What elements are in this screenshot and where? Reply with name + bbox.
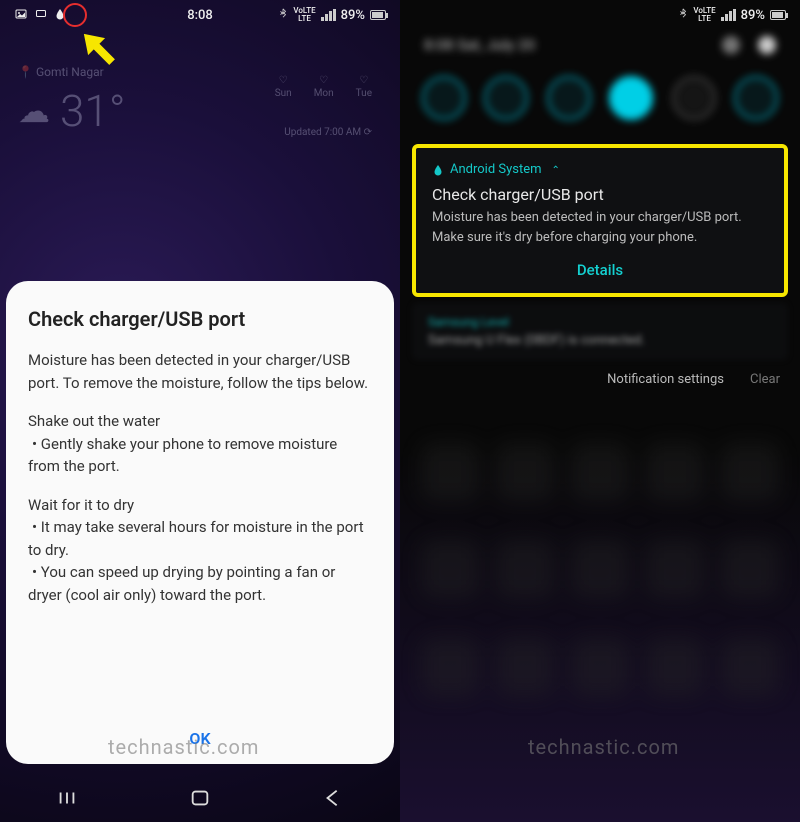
weather-temp: 31° [60,85,125,137]
qs-toggle[interactable] [734,76,778,120]
back-button[interactable] [320,785,346,811]
qs-toggle[interactable] [484,76,528,120]
settings-icon[interactable] [758,36,776,54]
highlight-circle [63,3,87,27]
battery-percent: 89% [741,8,765,23]
shade-footer: Notification settings Clear [412,366,788,393]
qs-toggle[interactable] [547,76,591,120]
notification-details-button[interactable]: Details [432,257,768,283]
notification-source: Android System [432,162,768,177]
message-icon [34,8,48,23]
dialog-ok-button[interactable]: OK [28,719,372,752]
qs-toggle[interactable] [672,76,716,120]
weather-widget: 📍 Gomti Nagar ☁ 31° ♡Sun ♡Mon ♡Tue Updat… [18,65,382,137]
status-clock: 8:08 [187,8,213,23]
notification-body: Moisture has been detected in your charg… [432,208,768,247]
qs-toggle-active[interactable] [609,76,653,120]
notification-shade[interactable]: 8:08 Sat, July 20 Android System Check c… [400,0,800,393]
moisture-dialog: Check charger/USB port Moisture has been… [6,281,394,764]
battery-percent: 89% [341,8,365,23]
collapse-chevron-icon[interactable] [548,162,560,177]
weather-updated: Updated 7:00 AM ⟳ [284,127,372,138]
phone-screenshot-right: VoLTELTE 89% 8:08 Sat, July 20 Android S… [400,0,800,822]
recents-button[interactable] [54,785,80,811]
status-bar: 8:08 VoLTELTE 89% [0,0,400,30]
moisture-notification[interactable]: Android System Check charger/USB port Mo… [412,144,788,297]
quick-settings-row [400,66,800,138]
bluetooth-icon [678,6,688,24]
shade-date-row: 8:08 Sat, July 20 [400,28,800,66]
signal-icon [721,9,736,21]
notification-settings-button[interactable]: Notification settings [607,372,724,387]
dialog-title: Check charger/USB port [28,307,372,331]
clear-all-button[interactable]: Clear [750,372,780,387]
signal-icon [321,9,336,21]
secondary-notification[interactable]: Samsung Level Samsung U Flex (0BDF) is c… [412,303,788,360]
android-nav-bar [0,774,400,822]
notification-title: Check charger/USB port [432,185,768,204]
volte-lte-label: VoLTELTE [293,7,315,23]
volte-lte-label: VoLTELTE [693,7,715,23]
status-bar: VoLTELTE 89% [400,0,800,30]
search-icon[interactable] [722,36,740,54]
phone-screenshot-left: 8:08 VoLTELTE 89% 📍 Gomti Nagar ☁ 31° ♡S… [0,0,400,822]
bluetooth-icon [278,6,288,24]
home-button[interactable] [187,785,213,811]
battery-icon [370,10,386,20]
battery-icon [770,10,786,20]
weather-icon: ☁ [18,92,50,130]
picture-icon [14,8,28,23]
dialog-body: Moisture has been detected in your charg… [28,349,372,719]
qs-toggle[interactable] [422,76,466,120]
